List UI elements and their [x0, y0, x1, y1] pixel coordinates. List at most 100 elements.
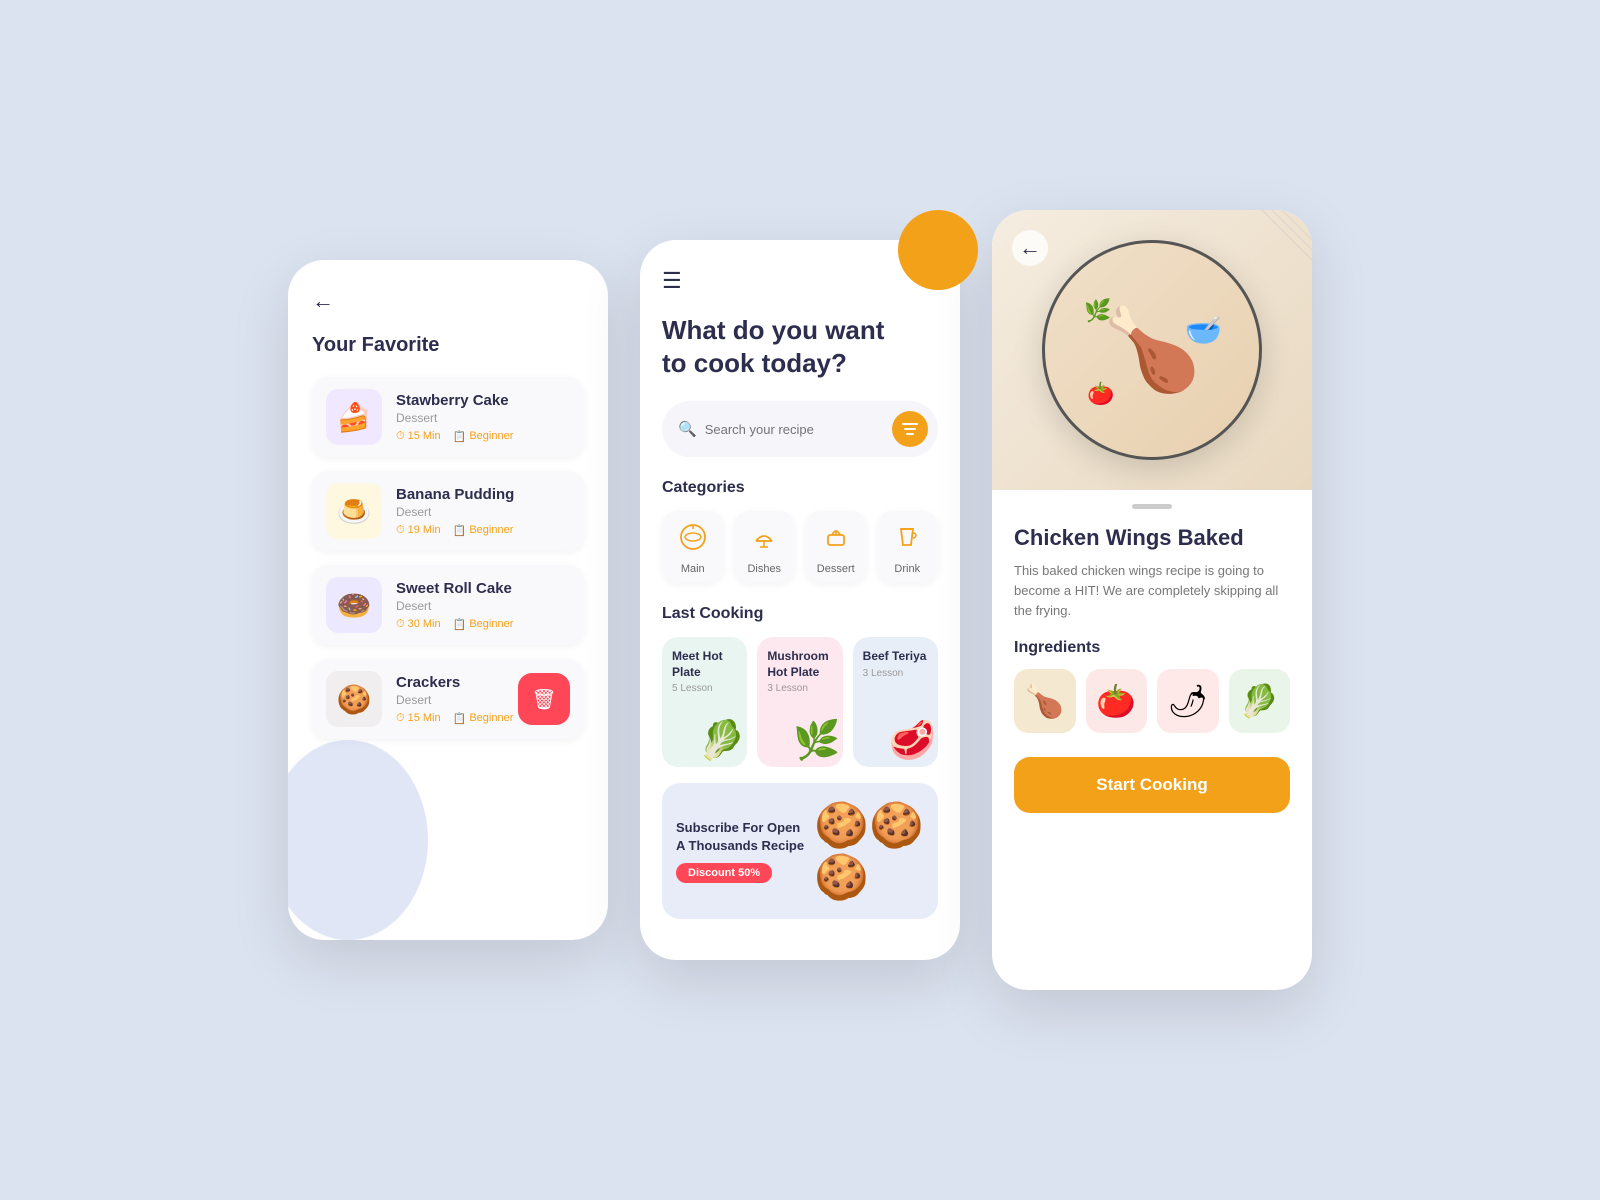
cooking-card-img: 🌿 — [793, 719, 840, 763]
ingredient-item-chili[interactable]: 🌶 — [1157, 669, 1219, 733]
fav-item-meta: ⏱ 30 Min 📋 Beginner — [396, 618, 570, 631]
ingredients-title: Ingredients — [1014, 639, 1290, 657]
cooking-card-title: Beef Teriya — [863, 649, 928, 665]
crackers-info: Crackers Desert ⏱ 15 Min 📋 Beginner — [396, 674, 518, 725]
fav-item-meta: ⏱ 15 Min 📋 Beginner — [396, 430, 570, 443]
cooking-card-img: 🥬 — [698, 719, 745, 763]
list-item[interactable]: 🍩 Sweet Roll Cake Desert ⏱ 30 Min 📋 Begi… — [312, 565, 584, 645]
back-button-screen3[interactable]: ← — [1012, 230, 1048, 266]
ingredient-item-chicken[interactable]: 🍗 — [1014, 669, 1076, 733]
search-input[interactable] — [705, 422, 884, 437]
tomato-emoji: 🍅 — [1087, 381, 1114, 407]
level-label: 📋 Beginner — [453, 618, 514, 631]
category-icon-dessert — [822, 523, 850, 557]
category-label-main: Main — [681, 563, 705, 575]
filter-button[interactable] — [892, 411, 928, 447]
category-icon-drink — [893, 523, 921, 557]
category-label-drink: Drink — [894, 563, 920, 575]
fav-item-info: Stawberry Cake Dessert ⏱ 15 Min 📋 Beginn… — [396, 392, 570, 443]
food-icon-pudding: 🍮 — [326, 483, 382, 539]
recipe-plate: 🍗 🥣 🍅 🌿 — [1042, 240, 1262, 460]
time-label: ⏱ 15 Min — [396, 712, 441, 725]
categories-row: Main Dishes — [662, 511, 938, 583]
category-item-drink[interactable]: Drink — [877, 511, 939, 583]
cooking-card-beef[interactable]: Beef Teriya 3 Lesson 🥩 — [853, 637, 938, 767]
cooking-card-title: Meet Hot Plate — [672, 649, 737, 680]
subscribe-text: Subscribe For Open A Thousands Recipe — [676, 819, 804, 854]
search-icon: 🔍 — [678, 420, 697, 438]
crackers-meta: ⏱ 15 Min 📋 Beginner — [396, 712, 518, 725]
fav-item-meta: ⏱ 19 Min 📋 Beginner — [396, 524, 570, 537]
food-icon-crackers: 🍪 — [326, 671, 382, 727]
menu-icon[interactable]: ☰ — [662, 268, 938, 294]
fav-item-info: Banana Pudding Desert ⏱ 19 Min 📋 Beginne… — [396, 486, 570, 537]
crackers-name: Crackers — [396, 674, 518, 691]
last-cooking-title: Last Cooking — [662, 605, 938, 623]
cooking-card-mushroom[interactable]: Mushroom Hot Plate 3 Lesson 🌿 — [757, 637, 842, 767]
list-item[interactable]: 🍰 Stawberry Cake Dessert ⏱ 15 Min 📋 Begi… — [312, 377, 584, 457]
subscribe-banner: Subscribe For Open A Thousands Recipe Di… — [662, 783, 938, 919]
subscribe-content: Subscribe For Open A Thousands Recipe Di… — [676, 819, 804, 882]
category-icon-main — [679, 523, 707, 557]
fav-item-category: Desert — [396, 599, 570, 613]
cooking-card-lesson: 3 Lesson — [767, 683, 832, 694]
category-item-main[interactable]: Main — [662, 511, 724, 583]
fav-item-info: Sweet Roll Cake Desert ⏱ 30 Min 📋 Beginn… — [396, 580, 570, 631]
cooking-card-title: Mushroom Hot Plate — [767, 649, 832, 680]
cooking-card-meet[interactable]: Meet Hot Plate 5 Lesson 🥬 — [662, 637, 747, 767]
herb-emoji: 🌿 — [1084, 298, 1111, 324]
screen-favorites: ← Your Favorite 🍰 Stawberry Cake Dessert… — [288, 260, 608, 940]
last-cooking-row: Meet Hot Plate 5 Lesson 🥬 Mushroom Hot P… — [662, 637, 938, 767]
category-item-dessert[interactable]: Dessert — [805, 511, 867, 583]
plate-circle: 🍗 🥣 🍅 🌿 — [1042, 240, 1262, 460]
fav-item-category: Desert — [396, 505, 570, 519]
cooking-card-lesson: 3 Lesson — [863, 668, 928, 679]
screens-container: ← Your Favorite 🍰 Stawberry Cake Dessert… — [288, 210, 1312, 990]
cooking-card-lesson: 5 Lesson — [672, 683, 737, 694]
orange-blob-decoration — [898, 210, 978, 290]
list-item[interactable]: 🍮 Banana Pudding Desert ⏱ 19 Min 📋 Begin… — [312, 471, 584, 551]
screen-home: ☰ What do you want to cook today? 🔍 Cate… — [640, 240, 960, 960]
cooking-card-img: 🥩 — [889, 719, 936, 763]
level-label: 📋 Beginner — [453, 430, 514, 443]
delete-button[interactable]: 🗑 — [518, 673, 570, 725]
recipe-hero: ← 🍗 🥣 🍅 🌿 — [992, 210, 1312, 490]
crackers-item[interactable]: 🍪 Crackers Desert ⏱ 15 Min 📋 Beginner 🗑 — [312, 659, 584, 739]
category-label-dessert: Dessert — [817, 563, 855, 575]
sauce-bowl-emoji: 🥣 — [1184, 313, 1221, 348]
time-label: ⏱ 19 Min — [396, 524, 441, 537]
time-label: ⏱ 30 Min — [396, 618, 441, 631]
subscribe-image: 🍪🍪🍪 — [814, 799, 924, 903]
fav-item-name: Sweet Roll Cake — [396, 580, 570, 597]
crackers-category: Desert — [396, 693, 518, 707]
fav-item-category: Dessert — [396, 411, 570, 425]
recipe-body: Chicken Wings Baked This baked chicken w… — [992, 525, 1312, 833]
category-item-dishes[interactable]: Dishes — [734, 511, 796, 583]
discount-badge[interactable]: Discount 50% — [676, 863, 772, 883]
level-label: 📋 Beginner — [453, 712, 514, 725]
category-icon-dishes — [750, 523, 778, 557]
decorative-wave — [288, 740, 428, 940]
search-bar: 🔍 — [662, 401, 938, 457]
back-button-screen1[interactable]: ← — [312, 288, 334, 314]
recipe-description: This baked chicken wings recipe is going… — [1014, 561, 1290, 621]
ingredient-item-greens[interactable]: 🥬 — [1229, 669, 1291, 733]
fav-item-name: Stawberry Cake — [396, 392, 570, 409]
time-label: ⏱ 15 Min — [396, 430, 441, 443]
food-icon-roll: 🍩 — [326, 577, 382, 633]
filter-icon — [902, 422, 918, 436]
ingredients-row: 🍗 🍅 🌶 🥬 — [1014, 669, 1290, 733]
main-heading: What do you want to cook today? — [662, 314, 938, 379]
food-hero-emoji: 🍗 🥣 🍅 🌿 — [1102, 303, 1202, 397]
level-label: 📋 Beginner — [453, 524, 514, 537]
ingredient-item-tomato[interactable]: 🍅 — [1086, 669, 1148, 733]
fav-item-name: Banana Pudding — [396, 486, 570, 503]
drag-handle — [1132, 504, 1172, 509]
category-label-dishes: Dishes — [747, 563, 781, 575]
recipe-title: Chicken Wings Baked — [1014, 525, 1290, 551]
categories-section-title: Categories — [662, 479, 938, 497]
start-cooking-button[interactable]: Start Cooking — [1014, 757, 1290, 813]
screen-recipe-detail: ← 🍗 🥣 🍅 🌿 Chicken Wings Baked This baked… — [992, 210, 1312, 990]
food-icon-cake: 🍰 — [326, 389, 382, 445]
favorites-title: Your Favorite — [312, 334, 584, 357]
